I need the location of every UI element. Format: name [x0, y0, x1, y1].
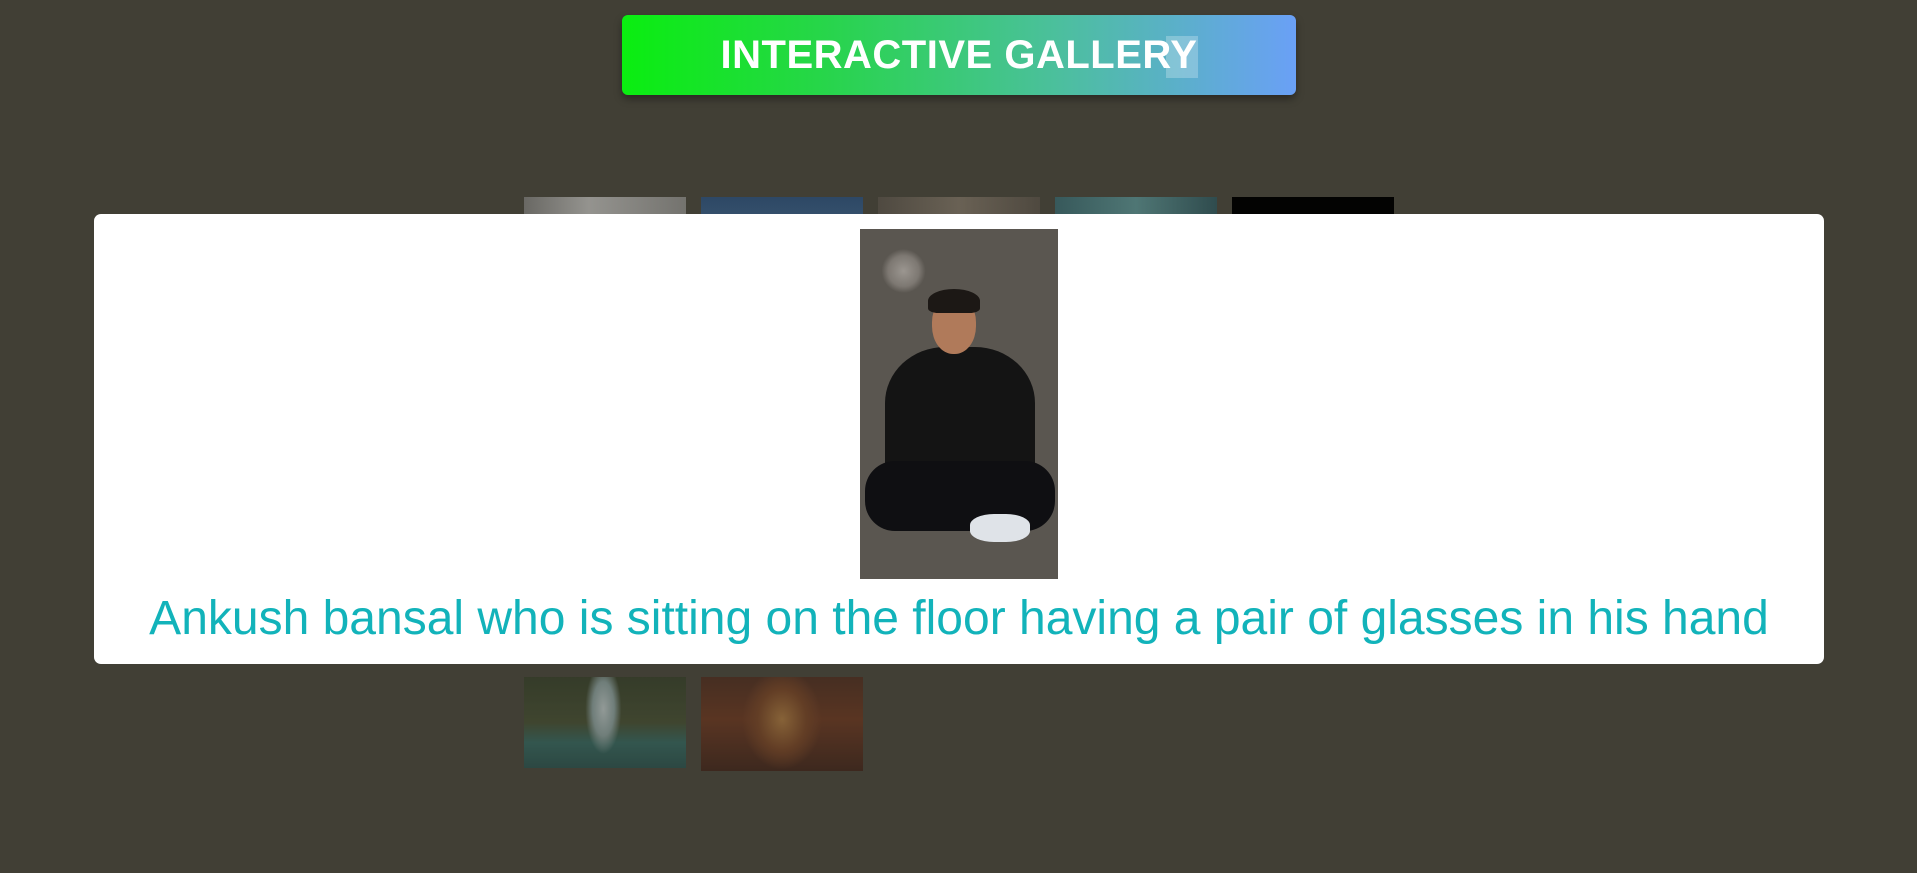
- lightbox-image: [860, 229, 1058, 579]
- page-title: INTERACTIVE GALLERY: [720, 32, 1199, 78]
- person-hair-shape: [928, 289, 980, 313]
- lightbox-caption: Ankush bansal who is sitting on the floo…: [149, 592, 1769, 645]
- gallery-thumbnail-waterfall[interactable]: [524, 677, 686, 768]
- gallery-title-banner: INTERACTIVE GALLERY: [622, 15, 1296, 95]
- image-lightbox-modal[interactable]: Ankush bansal who is sitting on the floo…: [94, 214, 1824, 664]
- text-selection-highlight: [1166, 35, 1199, 78]
- gallery-thumbnail-autumn-forest[interactable]: [701, 677, 863, 771]
- person-shoe-shape: [970, 514, 1030, 542]
